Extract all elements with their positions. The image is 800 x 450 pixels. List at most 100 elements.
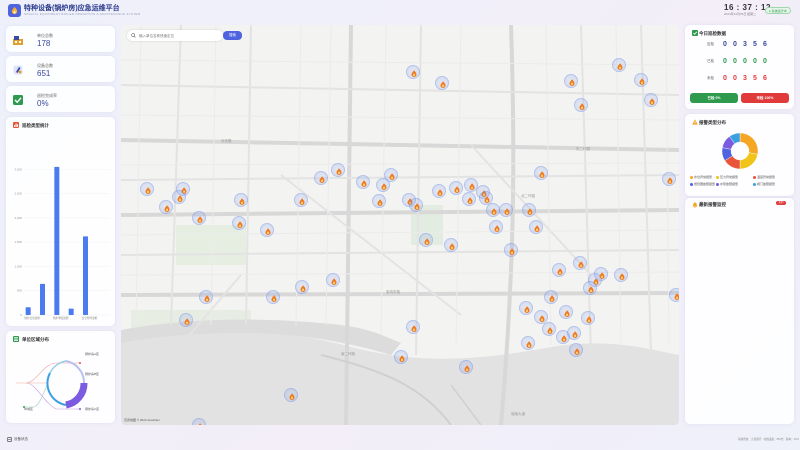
boiler-marker[interactable] [232, 216, 246, 230]
boiler-marker[interactable] [612, 58, 626, 72]
boiler-marker[interactable] [179, 313, 193, 327]
counter-digit: 5 [753, 75, 757, 82]
boiler-marker[interactable] [564, 74, 578, 88]
flame-icon [145, 186, 151, 194]
boiler-marker[interactable] [326, 273, 340, 287]
flame-icon [177, 194, 183, 202]
flame-icon [319, 175, 325, 183]
y-tick-label: 1,500 [14, 240, 22, 244]
boiler-marker[interactable] [284, 388, 298, 402]
counter-digit: 5 [753, 41, 757, 48]
boiler-marker[interactable] [662, 172, 676, 186]
boiler-marker[interactable] [331, 163, 345, 177]
boiler-marker[interactable] [521, 336, 535, 350]
boiler-marker[interactable] [192, 211, 206, 225]
boiler-marker[interactable] [594, 267, 608, 281]
y-tick-label: 2,500 [14, 192, 22, 196]
boiler-marker[interactable] [552, 263, 566, 277]
boiler-marker[interactable] [314, 171, 328, 185]
boiler-marker[interactable] [669, 288, 679, 302]
boiler-marker[interactable] [522, 203, 536, 217]
boiler-marker[interactable] [409, 198, 423, 212]
boiler-marker[interactable] [406, 65, 420, 79]
region-label: 中城区 [24, 407, 34, 411]
stat-card-inspection-rate: 巡检完成率 0% [6, 86, 115, 112]
bar[interactable] [83, 236, 88, 315]
boiler-marker[interactable] [199, 290, 213, 304]
flame-icon [239, 197, 245, 205]
region-label: 锅炉房C区 [85, 407, 100, 411]
inspected-percent-button[interactable]: 已检 0% [690, 93, 738, 103]
boiler-marker[interactable] [266, 290, 280, 304]
boiler-marker[interactable] [573, 256, 587, 270]
boiler-marker[interactable] [432, 184, 446, 198]
boiler-marker[interactable] [294, 193, 308, 207]
road-label: 长安路 [221, 138, 232, 143]
boiler-marker[interactable] [559, 305, 573, 319]
flame-icon [578, 260, 584, 268]
bar[interactable] [68, 308, 74, 315]
bar[interactable] [25, 307, 31, 315]
boiler-marker[interactable] [384, 168, 398, 182]
donut-legend-item: 温度异常报警 [753, 175, 775, 179]
boiler-marker[interactable] [569, 343, 583, 357]
flame-icon [639, 77, 645, 85]
legend-label: 阀门故障报警 [757, 182, 776, 186]
boiler-marker[interactable] [519, 301, 533, 315]
boiler-marker[interactable] [581, 311, 595, 325]
building-icon [13, 36, 23, 45]
boiler-marker[interactable] [260, 223, 274, 237]
boiler-marker[interactable] [567, 326, 581, 340]
road-label: 南二环路 [341, 351, 355, 356]
flame-icon [411, 324, 417, 332]
boiler-marker[interactable] [234, 193, 248, 207]
map-view[interactable]: 长安路 宝鸡东路 南二环路 北二环路 东二环路 城南大道 搜索 高德地图 © 2… [121, 25, 679, 425]
search-button[interactable]: 搜索 [223, 31, 242, 40]
boiler-marker[interactable] [529, 220, 543, 234]
flame-icon [265, 227, 271, 235]
app-logo-icon [8, 4, 21, 17]
boiler-marker[interactable] [574, 98, 588, 112]
boiler-marker[interactable] [499, 203, 513, 217]
boiler-marker[interactable] [534, 166, 548, 180]
bar[interactable] [40, 283, 45, 315]
flame-icon [414, 202, 420, 210]
flame-icon [534, 224, 540, 232]
boiler-marker[interactable] [614, 268, 628, 282]
boiler-marker[interactable] [449, 181, 463, 195]
uninspected-percent-button[interactable]: 未检 100% [741, 93, 789, 103]
flame-icon [164, 204, 170, 212]
boiler-marker[interactable] [419, 233, 433, 247]
boiler-marker[interactable] [486, 203, 500, 217]
boiler-marker[interactable] [406, 320, 420, 334]
boiler-marker[interactable] [444, 238, 458, 252]
flame-icon [667, 176, 673, 184]
boiler-marker[interactable] [544, 290, 558, 304]
device-status-label[interactable]: 设备状态 [14, 437, 28, 442]
boiler-marker[interactable] [192, 418, 206, 425]
boiler-marker[interactable] [159, 200, 173, 214]
boiler-marker[interactable] [634, 73, 648, 87]
flame-icon [300, 284, 306, 292]
boiler-marker[interactable] [356, 175, 370, 189]
boiler-marker[interactable] [504, 243, 518, 257]
boiler-marker[interactable] [140, 182, 154, 196]
map-search-input[interactable] [139, 32, 219, 39]
boiler-marker[interactable] [372, 194, 386, 208]
boiler-marker[interactable] [172, 190, 186, 204]
legend-label: 水位异常报警 [694, 175, 713, 179]
boiler-marker[interactable] [583, 281, 597, 295]
boiler-marker[interactable] [542, 322, 556, 336]
boiler-marker[interactable] [435, 76, 449, 90]
boiler-marker[interactable] [394, 350, 408, 364]
boiler-marker[interactable] [462, 192, 476, 206]
boiler-marker[interactable] [489, 220, 503, 234]
y-tick-label: 1,000 [14, 264, 22, 268]
boiler-marker[interactable] [644, 93, 658, 107]
equipment-icon [13, 65, 23, 75]
donut-slice[interactable] [739, 132, 759, 155]
boiler-marker[interactable] [459, 360, 473, 374]
boiler-marker[interactable] [295, 280, 309, 294]
bar[interactable] [54, 166, 60, 315]
donut-slice[interactable] [739, 152, 758, 170]
